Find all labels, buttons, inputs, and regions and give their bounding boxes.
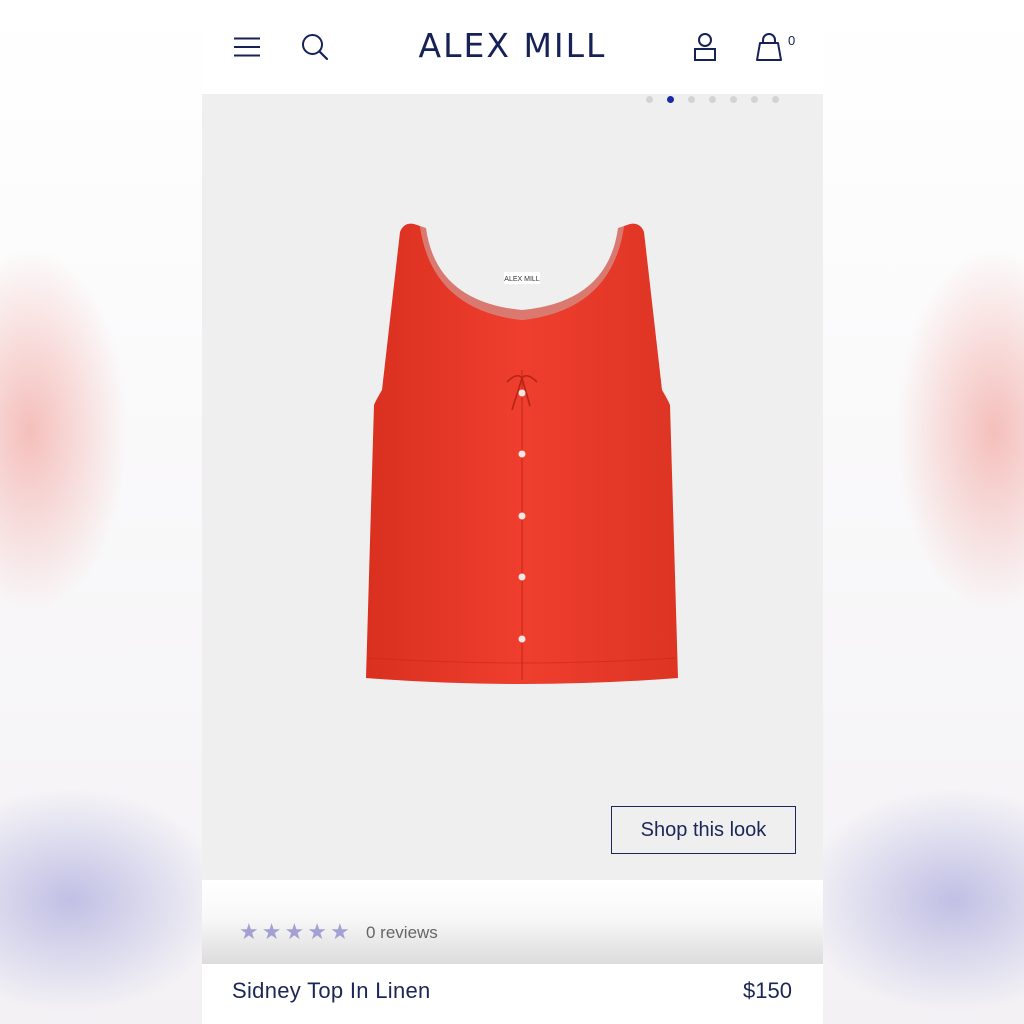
account-icon[interactable] [693,32,717,62]
product-page: ALEX MILL 0 ALEX MILL Shop this look ★ ★… [202,0,823,1024]
carousel-dot[interactable] [751,96,758,103]
product-image[interactable]: ALEX MILL [362,210,682,700]
carousel-dot-active[interactable] [667,96,674,103]
carousel-dots [646,96,779,106]
star-icon: ★ [329,919,350,944]
cart-count-badge: 0 [788,33,796,48]
button [518,389,526,397]
rating-stars[interactable]: ★ ★ ★ ★ ★ [239,919,350,945]
star-icon: ★ [261,919,282,944]
carousel-dot[interactable] [688,96,695,103]
star-icon: ★ [284,919,305,944]
carousel-dot[interactable] [730,96,737,103]
brand-label-text: ALEX MILL [504,276,540,283]
carousel-dot[interactable] [772,96,779,103]
product-price: $150 [743,978,792,1003]
button [518,635,526,643]
shop-this-look-button[interactable]: Shop this look [611,806,796,854]
star-icon: ★ [307,919,327,944]
product-title: Sidney Top In Linen [232,978,431,1003]
star-icon: ★ [239,919,259,944]
button [518,573,526,581]
carousel-dot[interactable] [646,96,653,103]
brand-logo[interactable]: ALEX MILL [202,26,823,65]
shopping-bag-icon[interactable] [755,32,783,62]
button [518,512,526,520]
site-header: ALEX MILL 0 [202,0,823,94]
button [518,450,526,458]
carousel-dot[interactable] [709,96,716,103]
review-count[interactable]: 0 reviews [366,923,438,943]
